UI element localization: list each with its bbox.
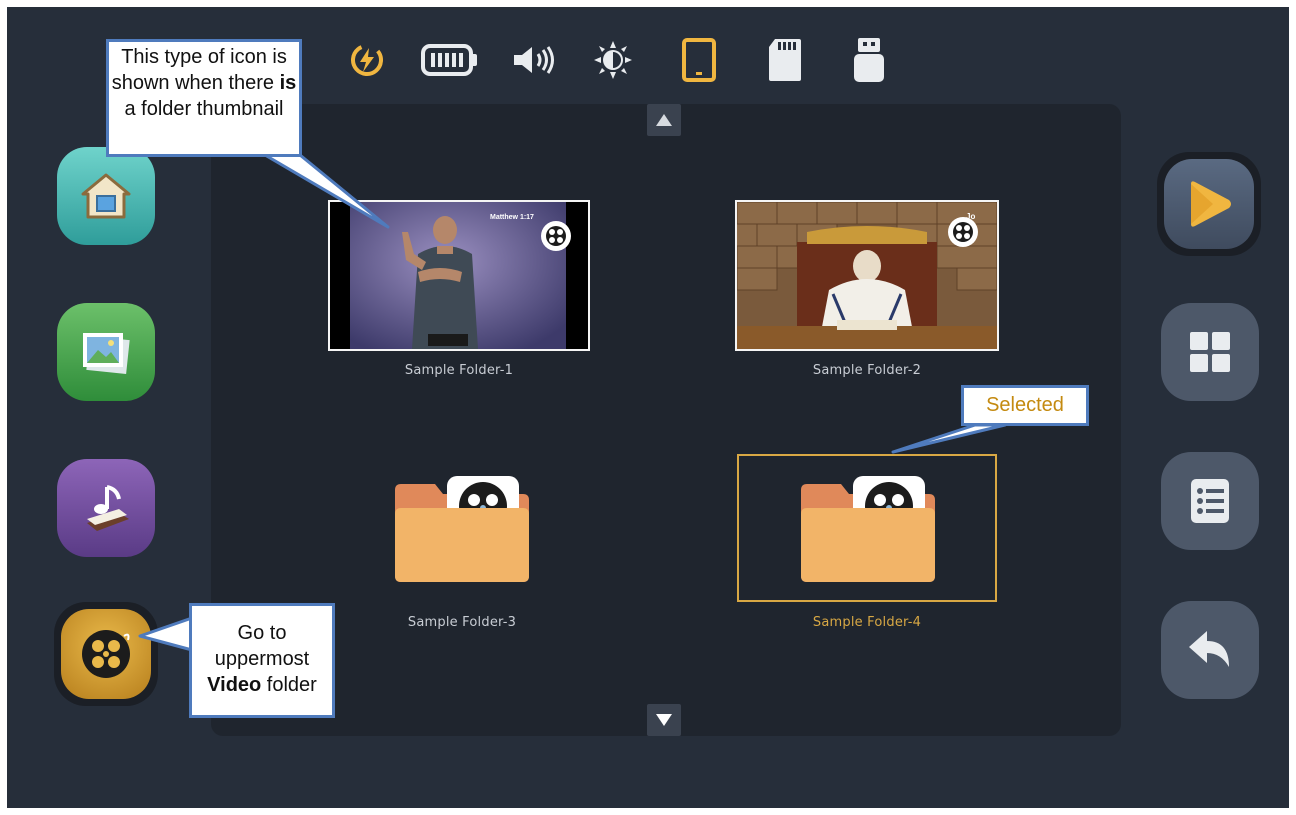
callout-selected-note: Selected	[961, 385, 1089, 426]
callout-text: a folder thumbnail	[124, 98, 284, 120]
callout-text: This type of icon is shown when there	[111, 46, 287, 94]
callout-thumbnail-note: This type of icon is shown when there is…	[106, 39, 302, 157]
callout-bold-text: is	[279, 72, 297, 94]
callout-bold-text: Video	[207, 674, 262, 696]
callout-video-note: Go to uppermost Video folder	[189, 603, 335, 718]
callout-text: folder	[261, 674, 317, 696]
callout-text: Go to uppermost	[214, 622, 310, 670]
